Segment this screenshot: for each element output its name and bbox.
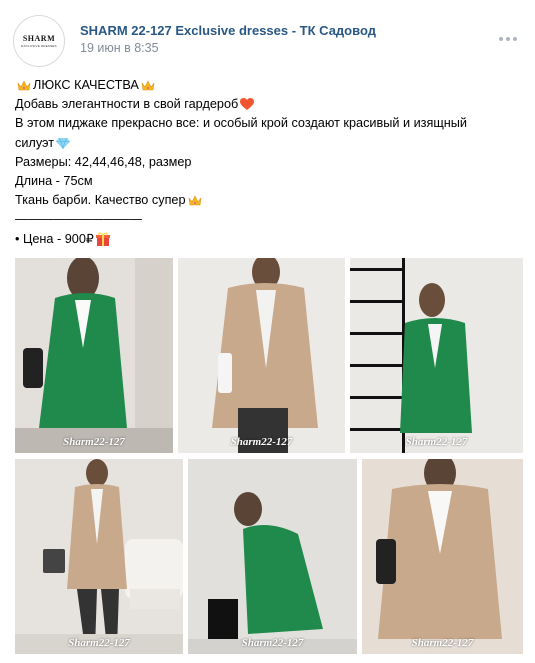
heart-icon [240, 98, 255, 111]
photo-1-image [15, 258, 173, 453]
photo-4-image [15, 459, 183, 654]
photo-2[interactable]: Sharm22-127 [178, 258, 345, 453]
watermark: Sharm22-127 [68, 637, 130, 649]
text-line-1: ЛЮКС КАЧЕСТВА [15, 76, 520, 95]
wall-post: SHARM EXCLUSIVE DRESSES SHARM 22-127 Exc… [0, 0, 535, 663]
text-line-7: Ткань барби. Качество супер [15, 191, 520, 210]
photo-3[interactable]: Sharm22-127 [350, 258, 523, 453]
text-line-9: • Цена - 900₽ [15, 230, 520, 249]
text-line-8: —————————— [15, 210, 520, 229]
text-slogan: Добавь элегантности в свой гардероб [15, 97, 239, 112]
author-link[interactable]: SHARM 22-127 Exclusive dresses - ТК Садо… [80, 23, 376, 38]
watermark: Sharm22-127 [230, 436, 293, 448]
text-line-3: В этом пиджаке прекрасно все: и особый к… [15, 114, 520, 133]
crown-icon [188, 195, 201, 206]
text-line-6: Длина - 75см [15, 172, 520, 191]
photo-5-image [188, 459, 357, 654]
photo-1[interactable]: Sharm22-127 [15, 258, 173, 453]
gift-icon [96, 232, 110, 247]
text-silhouette: силуэт [15, 135, 55, 150]
text-price: • Цена - 900₽ [15, 231, 94, 246]
crown-icon [141, 80, 155, 91]
gem-icon [56, 137, 71, 149]
watermark: Sharm22-127 [411, 637, 474, 649]
text-title: ЛЮКС КАЧЕСТВА [33, 78, 139, 92]
post-text: ЛЮКС КАЧЕСТВА Добавь элегантности в свой… [15, 76, 520, 249]
text-line-2: Добавь элегантности в свой гардероб [15, 95, 520, 114]
text-fabric: Ткань барби. Качество супер [15, 193, 186, 208]
avatar-brand: SHARM [22, 34, 56, 43]
watermark: Sharm22-127 [63, 436, 125, 448]
text-sizes: Размеры: 42,44,46,48, размер [15, 154, 192, 169]
photo-5[interactable]: Sharm22-127 [188, 459, 357, 654]
photo-2-image [178, 258, 345, 453]
photo-6-image [362, 459, 523, 654]
post-date[interactable]: 19 июн в 8:35 [80, 41, 159, 55]
crown-icon [17, 80, 31, 91]
avatar-brand-sub: EXCLUSIVE DRESSES [21, 44, 57, 48]
text-description: В этом пиджаке прекрасно все: и особый к… [15, 116, 468, 131]
watermark: Sharm22-127 [241, 637, 304, 649]
more-dots-icon[interactable] [499, 37, 517, 41]
watermark: Sharm22-127 [405, 436, 468, 448]
text-divider: —————————— [15, 212, 142, 227]
photo-6[interactable]: Sharm22-127 [362, 459, 523, 654]
text-length: Длина - 75см [15, 174, 93, 189]
photo-4[interactable]: Sharm22-127 [15, 459, 183, 654]
text-line-4: силуэт [15, 134, 520, 153]
text-line-5: Размеры: 42,44,46,48, размер [15, 153, 520, 172]
photo-3-image [350, 258, 523, 453]
avatar[interactable]: SHARM EXCLUSIVE DRESSES [13, 15, 65, 67]
